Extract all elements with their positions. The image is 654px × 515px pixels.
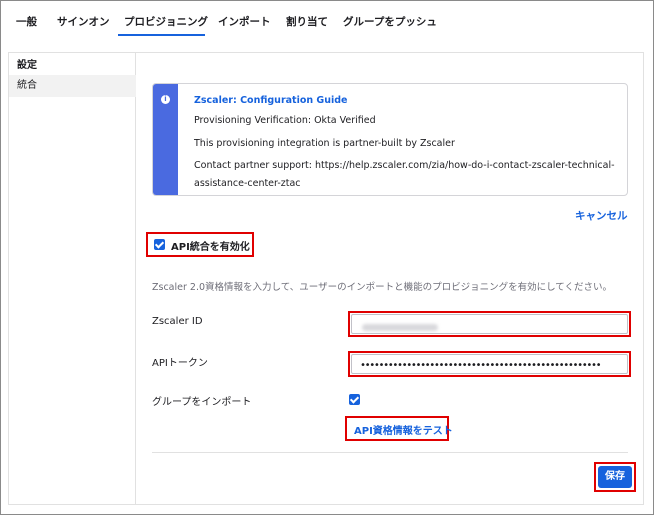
partner-support-text-cont: assistance-center-ztac <box>194 178 301 189</box>
tab-push-groups[interactable]: グループをプッシュ <box>343 14 437 29</box>
zscaler-id-label: Zscaler ID <box>152 316 203 327</box>
configuration-guide-link[interactable]: Zscaler: Configuration Guide <box>194 95 348 106</box>
info-icon: i <box>161 95 170 104</box>
redacted-value <box>362 324 438 331</box>
api-token-input[interactable]: ••••••••••••••••••••••••••••••••••••••••… <box>351 354 628 374</box>
tab-provisioning[interactable]: プロビジョニング <box>124 14 208 29</box>
import-groups-label: グループをインポート <box>152 397 252 408</box>
callout-accent-bar: i <box>153 84 178 195</box>
zscaler-id-input[interactable] <box>351 314 628 334</box>
tab-assignments[interactable]: 割り当て <box>286 14 328 29</box>
settings-sidebar: 設定 統合 <box>9 53 136 504</box>
active-tab-indicator <box>118 34 205 36</box>
form-divider <box>152 452 628 453</box>
enable-api-label: API統合を有効化 <box>171 242 250 253</box>
api-token-label: APIトークン <box>152 358 208 369</box>
tab-general[interactable]: 一般 <box>16 14 37 29</box>
partner-support-text: Contact partner support: https://help.zs… <box>194 160 615 171</box>
test-credentials-button[interactable]: API資格情報をテスト <box>354 422 453 437</box>
verification-text: Provisioning Verification: Okta Verified <box>194 115 376 126</box>
tab-sign-on[interactable]: サインオン <box>57 14 110 29</box>
enable-api-checkbox[interactable] <box>154 239 165 250</box>
api-token-masked-value: ••••••••••••••••••••••••••••••••••••••••… <box>360 360 602 371</box>
configuration-guide-callout: i Zscaler: Configuration Guide Provision… <box>152 83 628 196</box>
tab-import[interactable]: インポート <box>218 14 271 29</box>
cancel-link[interactable]: キャンセル <box>575 208 628 223</box>
sidebar-item-integration[interactable]: 統合 <box>9 75 136 97</box>
partner-built-text: This provisioning integration is partner… <box>194 138 455 149</box>
import-groups-checkbox[interactable] <box>349 394 360 405</box>
tab-bar: 一般 サインオン プロビジョニング インポート 割り当て グループをプッシュ <box>0 0 652 38</box>
credentials-description: Zscaler 2.0資格情報を入力して、ユーザーのインポートと機能のプロビジョ… <box>152 282 613 293</box>
save-button[interactable]: 保存 <box>598 466 632 488</box>
sidebar-heading: 設定 <box>17 60 37 71</box>
settings-panel: 設定 統合 i Zscaler: Configuration Guide Pro… <box>8 52 644 505</box>
